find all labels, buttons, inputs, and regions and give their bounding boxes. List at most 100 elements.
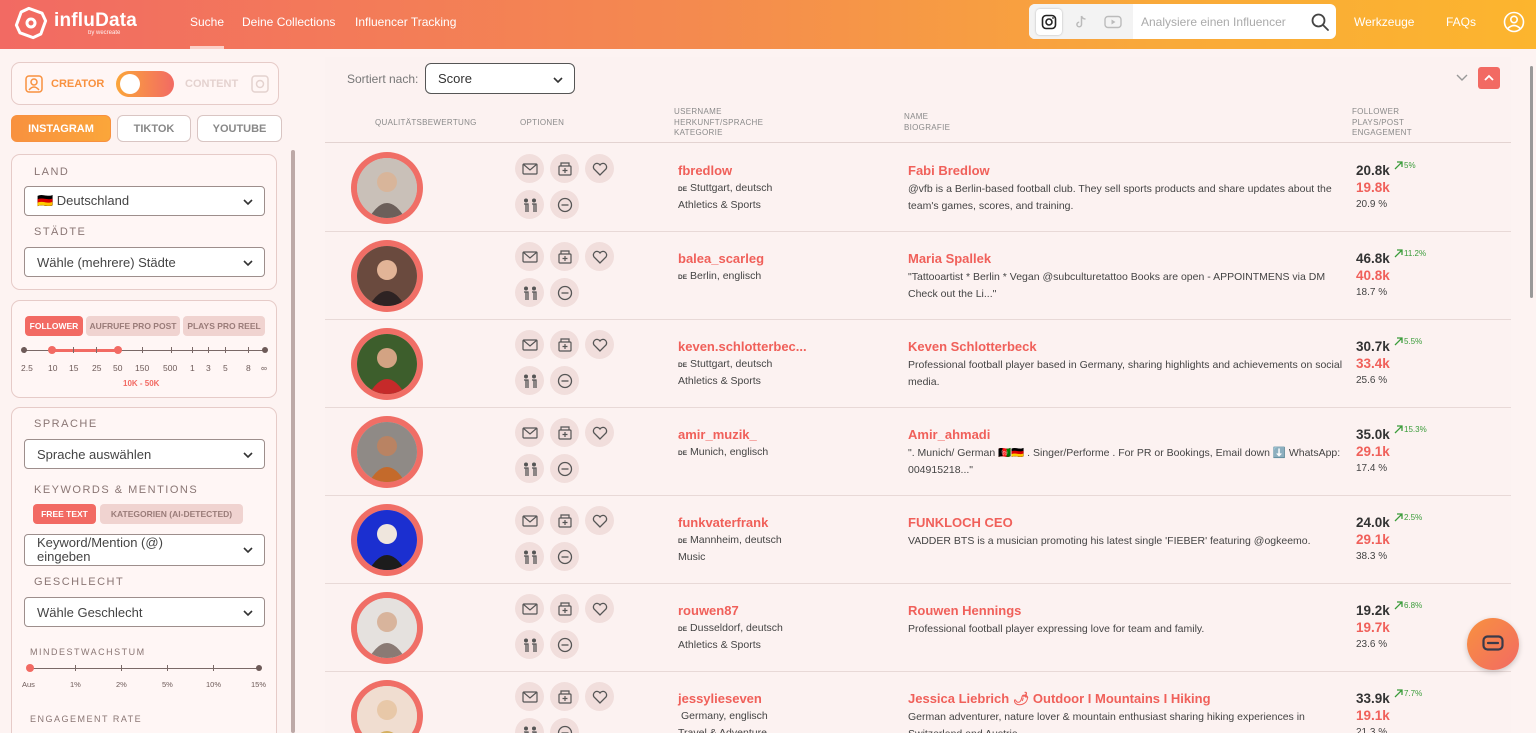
add-to-collection-button[interactable] [550, 330, 579, 359]
column-header-line: HERKUNFT/SPRACHE [674, 117, 764, 127]
follower-metric-tab[interactable]: FOLLOWER [25, 316, 83, 336]
influencer-username[interactable]: jessylieseven [678, 691, 762, 706]
plays-metric-tab[interactable]: PLAYS PRO REEL [183, 316, 265, 336]
influencer-row[interactable]: amir_muzik_ DE Munich, englisch Amir_ahma… [325, 408, 1511, 496]
favorite-button[interactable] [585, 242, 614, 271]
brand-logo[interactable]: influData by wecreate [14, 6, 137, 40]
exclude-button[interactable] [550, 190, 579, 219]
add-to-collection-button[interactable] [550, 594, 579, 623]
follower-max-handle[interactable] [114, 346, 122, 354]
nav-collections[interactable]: Deine Collections [242, 0, 335, 49]
wachstum-handle[interactable] [26, 664, 34, 672]
influencer-username[interactable]: keven.schlotterbec... [678, 339, 807, 354]
keyword-input[interactable]: Keyword/Mention (@) eingeben [24, 534, 265, 566]
influencer-avatar[interactable] [357, 334, 417, 394]
email-button[interactable] [515, 330, 544, 359]
favorite-button[interactable] [585, 418, 614, 447]
exclude-button[interactable] [550, 278, 579, 307]
exclude-button[interactable] [550, 718, 579, 733]
scroll-to-top-button[interactable] [1478, 67, 1500, 89]
email-button[interactable] [515, 682, 544, 711]
search-icon[interactable] [1310, 12, 1330, 32]
sprache-select[interactable]: Sprache auswählen [24, 439, 265, 469]
tiktok-filter-tab[interactable]: TIKTOK [117, 115, 191, 142]
email-button[interactable] [515, 506, 544, 535]
instagram-platform-button[interactable] [1036, 8, 1062, 35]
exclude-button[interactable] [550, 542, 579, 571]
email-button[interactable] [515, 418, 544, 447]
compare-button[interactable] [515, 190, 544, 219]
influencer-avatar[interactable] [357, 510, 417, 570]
influencer-real-name[interactable]: FUNKLOCH CEO [908, 515, 1013, 530]
influencer-avatar[interactable] [357, 422, 417, 482]
nav-suche[interactable]: Suche [190, 0, 225, 49]
nav-werkzeuge[interactable]: Werkzeuge [1354, 0, 1414, 49]
influencer-real-name[interactable]: Jessica Liebrich 🌶 Outdoor I Mountains I… [908, 691, 1211, 707]
free-text-tab[interactable]: FREE TEXT [33, 504, 96, 524]
youtube-platform-button[interactable] [1100, 9, 1126, 35]
favorite-button[interactable] [585, 330, 614, 359]
influencer-avatar[interactable] [357, 686, 417, 733]
geschlecht-select[interactable]: Wähle Geschlecht [24, 597, 265, 627]
nav-faqs[interactable]: FAQs [1446, 0, 1476, 49]
youtube-filter-tab[interactable]: YOUTUBE [197, 115, 282, 142]
email-button[interactable] [515, 154, 544, 183]
influencer-username[interactable]: amir_muzik_ [678, 427, 757, 442]
favorite-button[interactable] [585, 594, 614, 623]
influencer-username[interactable]: balea_scarleg [678, 251, 764, 266]
influencer-search-input[interactable] [1141, 14, 1301, 29]
tiktok-platform-button[interactable] [1068, 9, 1094, 35]
add-to-collection-button[interactable] [550, 506, 579, 535]
email-button[interactable] [515, 594, 544, 623]
sort-select[interactable]: Score [425, 63, 575, 94]
support-chat-button[interactable] [1467, 618, 1519, 670]
influencer-avatar[interactable] [357, 158, 417, 218]
favorite-button[interactable] [585, 506, 614, 535]
influencer-avatar[interactable] [357, 598, 417, 658]
influencer-row[interactable]: rouwen87 DE Dusseldorf, deutsch Athletics… [325, 584, 1511, 672]
influencer-avatar[interactable] [357, 246, 417, 306]
staedte-select[interactable]: Wähle (mehrere) Städte [24, 247, 265, 277]
nav-influencer-tracking[interactable]: Influencer Tracking [355, 0, 456, 49]
exclude-button[interactable] [550, 630, 579, 659]
kategorien-tab[interactable]: KATEGORIEN (AI-DETECTED) [100, 504, 243, 524]
exclude-button[interactable] [550, 454, 579, 483]
add-to-collection-button[interactable] [550, 154, 579, 183]
influencer-real-name[interactable]: Maria Spallek [908, 251, 991, 266]
add-to-collection-button[interactable] [550, 682, 579, 711]
compare-button[interactable] [515, 278, 544, 307]
creator-content-switch[interactable] [116, 71, 174, 97]
email-button[interactable] [515, 242, 544, 271]
wachstum-slider-track[interactable] [30, 668, 260, 669]
influencer-username[interactable]: funkvaterfrank [678, 515, 768, 530]
influencer-username[interactable]: rouwen87 [678, 603, 739, 618]
influencer-real-name[interactable]: Fabi Bredlow [908, 163, 990, 178]
follower-min-handle[interactable] [48, 346, 56, 354]
influencer-row[interactable]: funkvaterfrank DE Mannheim, deutsch Music… [325, 496, 1511, 584]
user-account-icon[interactable] [1503, 11, 1525, 33]
exclude-button[interactable] [550, 366, 579, 395]
influencer-row[interactable]: keven.schlotterbec... DE Stuttgart, deuts… [325, 320, 1511, 408]
influencer-real-name[interactable]: Amir_ahmadi [908, 427, 990, 442]
add-to-collection-button[interactable] [550, 242, 579, 271]
add-to-collection-button[interactable] [550, 418, 579, 447]
aufrufe-metric-tab[interactable]: AUFRUFE PRO POST [86, 316, 180, 336]
compare-button[interactable] [515, 366, 544, 395]
chevron-down-icon[interactable] [1455, 70, 1469, 84]
influencer-username[interactable]: fbredlow [678, 163, 732, 178]
influencer-row[interactable]: fbredlow DE Stuttgart, deutsch Athletics … [325, 144, 1511, 232]
influencer-row[interactable]: jessylieseven Germany, englisch Travel &… [325, 672, 1511, 733]
favorite-button[interactable] [585, 154, 614, 183]
influencer-real-name[interactable]: Keven Schlotterbeck [908, 339, 1037, 354]
results-scrollbar[interactable] [1530, 66, 1533, 298]
favorite-button[interactable] [585, 682, 614, 711]
compare-button[interactable] [515, 630, 544, 659]
sidebar-scrollbar[interactable] [291, 150, 295, 733]
compare-button[interactable] [515, 542, 544, 571]
instagram-filter-tab[interactable]: INSTAGRAM [11, 115, 111, 142]
compare-button[interactable] [515, 454, 544, 483]
influencer-row[interactable]: balea_scarleg DE Berlin, englisch Maria S… [325, 232, 1511, 320]
land-select[interactable]: 🇩🇪 Deutschland [24, 186, 265, 216]
influencer-real-name[interactable]: Rouwen Hennings [908, 603, 1021, 618]
compare-button[interactable] [515, 718, 544, 733]
